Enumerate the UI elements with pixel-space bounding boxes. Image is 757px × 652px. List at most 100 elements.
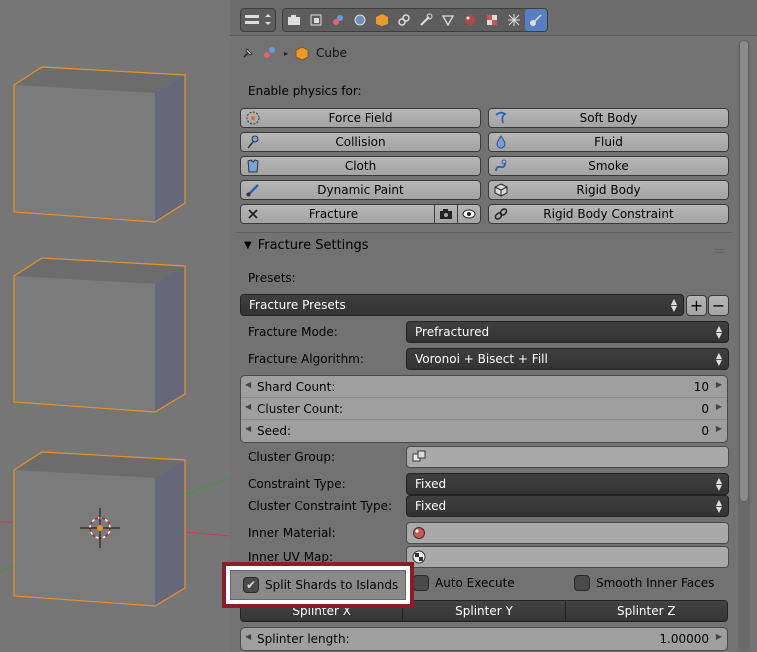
pin-icon[interactable] — [240, 45, 256, 61]
increment-arrow-icon[interactable]: ▶ — [716, 380, 722, 389]
cluster-constraint-type-menu[interactable]: Fixed ▲ ▼ — [406, 495, 729, 517]
cluster-constraint-type-label: Cluster Constraint Type: — [248, 499, 393, 513]
fracture-render-toggle[interactable] — [435, 204, 458, 224]
soft-body-button[interactable]: Soft Body — [488, 108, 729, 128]
properties-panel: ▸ Cube Enable physics for: Force Field C… — [230, 0, 757, 652]
updown-arrow-icon: ▲ ▼ — [670, 297, 677, 313]
split-shards-row: ✔ Split Shards to Islands — [230, 570, 406, 600]
fracture-algorithm-menu[interactable]: Voronoi + Bisect + Fill ▲ ▼ — [406, 348, 729, 370]
wrench-icon — [420, 13, 433, 26]
dynamic-paint-button[interactable]: Dynamic Paint — [240, 180, 481, 200]
decrement-arrow-icon[interactable]: ◀ — [245, 402, 251, 411]
splinter-length-field[interactable]: ◀ Splinter length: 1.00000 ▶ — [241, 628, 727, 650]
decrement-arrow-icon[interactable]: ◀ — [245, 380, 251, 389]
properties-header — [230, 0, 757, 36]
inner-material-label: Inner Material: — [248, 526, 336, 540]
tab-physics[interactable] — [525, 9, 547, 31]
tab-data[interactable] — [437, 9, 459, 31]
minus-icon: − — [711, 296, 726, 315]
tab-particles[interactable] — [503, 9, 525, 31]
tab-modifiers[interactable] — [415, 9, 437, 31]
rigid-body-constraint-button[interactable]: Rigid Body Constraint — [488, 204, 729, 224]
editor-type-icon — [245, 14, 271, 25]
tab-scene[interactable] — [327, 9, 349, 31]
viewport-scene — [0, 66, 230, 607]
camera-icon — [288, 15, 300, 25]
breadcrumb-separator-icon: ▸ — [284, 48, 289, 58]
tab-object[interactable] — [371, 9, 393, 31]
physics-heading: Enable physics for: — [248, 84, 362, 98]
force-field-icon — [246, 111, 260, 125]
updown-arrow-icon: ▲ ▼ — [715, 351, 722, 367]
cloth-button[interactable]: Cloth — [240, 156, 481, 176]
drag-handle-icon[interactable]: :::::: — [714, 246, 725, 255]
eye-icon — [462, 209, 476, 219]
tab-texture[interactable] — [481, 9, 503, 31]
shard-count-field[interactable]: ◀ Shard Count: 10 ▶ — [241, 376, 727, 398]
object-name: Cube — [316, 46, 347, 60]
group-objects-icon — [412, 450, 426, 462]
decrement-arrow-icon[interactable]: ◀ — [245, 424, 251, 433]
checkbox-box — [413, 575, 429, 591]
fracture-settings-header[interactable]: ▼ Fracture Settings — [244, 238, 369, 253]
fracture-presets-menu[interactable]: Fracture Presets ▲ ▼ — [240, 294, 684, 316]
tab-material[interactable] — [459, 9, 481, 31]
tab-world[interactable] — [349, 9, 371, 31]
increment-arrow-icon[interactable]: ▶ — [716, 424, 722, 433]
inner-material-field[interactable] — [406, 522, 729, 544]
tab-render[interactable] — [283, 9, 305, 31]
add-preset-button[interactable]: + — [686, 295, 707, 316]
fracture-button[interactable]: Fracture — [240, 204, 481, 224]
updown-arrow-icon: ▲ ▼ — [715, 324, 722, 340]
smooth-inner-faces-checkbox[interactable]: Smooth Inner Faces — [574, 575, 714, 591]
split-shards-to-islands-checkbox[interactable]: ✔ Split Shards to Islands — [243, 577, 398, 593]
increment-arrow-icon[interactable]: ▶ — [716, 632, 722, 641]
cluster-group-label: Cluster Group: — [248, 450, 335, 464]
paint-brush-icon — [246, 184, 259, 197]
fracture-visibility-toggle[interactable] — [458, 204, 480, 224]
presets-label: Presets: — [248, 271, 296, 285]
fluid-button[interactable]: Fluid — [488, 132, 729, 152]
increment-arrow-icon[interactable]: ▶ — [716, 402, 722, 411]
fracture-mode-menu[interactable]: Prefractured ▲ ▼ — [406, 321, 729, 343]
physics-icon — [530, 14, 542, 26]
tab-constraints[interactable] — [393, 9, 415, 31]
editor-type-button[interactable] — [240, 8, 276, 32]
checkbox-box — [574, 575, 590, 591]
collision-button[interactable]: Collision — [240, 132, 481, 152]
auto-execute-checkbox[interactable]: Auto Execute — [413, 575, 515, 591]
remove-preset-button[interactable]: − — [708, 295, 729, 316]
checkmark-icon: ✔ — [243, 577, 259, 593]
rigid-body-button[interactable]: Rigid Body — [488, 180, 729, 200]
decrement-arrow-icon[interactable]: ◀ — [245, 632, 251, 641]
collision-icon — [247, 135, 259, 149]
scrollbar-thumb[interactable] — [739, 40, 749, 502]
constraint-type-menu[interactable]: Fixed ▲ ▼ — [406, 473, 729, 495]
smoke-icon — [495, 159, 507, 172]
cube-object-icon — [295, 46, 309, 61]
smoke-button[interactable]: Smoke — [488, 156, 729, 176]
chain-link-icon — [494, 208, 508, 220]
particles-icon — [508, 14, 520, 26]
cloth-icon — [247, 159, 259, 173]
camera-icon — [440, 209, 452, 219]
seed-field[interactable]: ◀ Seed: 0 ▶ — [241, 420, 727, 442]
object-icon — [376, 14, 388, 26]
splinter-y-button[interactable]: Splinter Y — [403, 601, 566, 621]
context-breadcrumb: ▸ Cube — [240, 42, 347, 64]
updown-arrow-icon: ▲ ▼ — [715, 476, 722, 492]
mesh-data-icon — [441, 15, 455, 27]
fracture-settings-title: Fracture Settings — [257, 238, 369, 253]
cluster-group-field[interactable] — [406, 446, 729, 468]
material-icon — [465, 15, 475, 25]
collapse-arrow-icon: ▼ — [244, 240, 252, 251]
tab-render-layers[interactable] — [305, 9, 327, 31]
force-field-button[interactable]: Force Field — [240, 108, 481, 128]
inner-uv-map-field[interactable] — [406, 546, 729, 568]
properties-tabs — [282, 8, 548, 32]
splinter-z-button[interactable]: Splinter Z — [565, 601, 727, 621]
3d-viewport[interactable] — [0, 0, 230, 652]
cluster-count-field[interactable]: ◀ Cluster Count: 0 ▶ — [241, 398, 727, 420]
constraint-type-label: Constraint Type: — [248, 477, 346, 491]
soft-body-icon — [495, 111, 507, 124]
